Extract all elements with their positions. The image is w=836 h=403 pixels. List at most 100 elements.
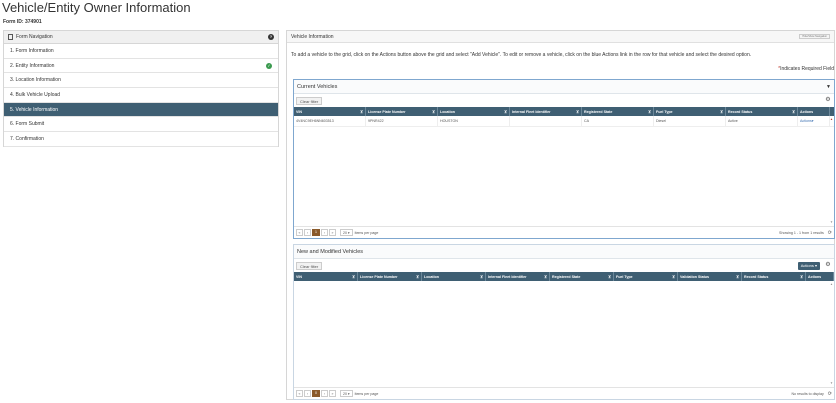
column-header-license-plate[interactable]: License Plate Number ⊻: [366, 107, 438, 116]
filter-icon[interactable]: ⊻: [480, 274, 483, 279]
cell-fleet-id: [510, 116, 582, 126]
refresh-icon[interactable]: ⟳: [828, 391, 832, 397]
nav-item-form-information[interactable]: 1. Form Information: [4, 44, 278, 59]
pager: « ‹ 0 › » 20 ▾ items per page No results…: [294, 387, 834, 399]
form-id: Form ID: 374901: [3, 19, 42, 25]
chevron-down-icon[interactable]: ▼: [826, 84, 831, 90]
nav-item-form-submit[interactable]: 6. Form Submit: [4, 117, 278, 133]
nav-item-entity-information[interactable]: 2. Entity Information ✓: [4, 59, 278, 74]
grid-toolbar: Clear filter ⚙: [294, 94, 834, 107]
page-size-select[interactable]: 20 ▾: [340, 229, 353, 236]
filter-icon[interactable]: ⊻: [544, 274, 547, 279]
nav-item-bulk-vehicle-upload[interactable]: 4. Bulk Vehicle Upload: [4, 88, 278, 103]
cell-location: HOUSTON: [438, 116, 510, 126]
page-size-select[interactable]: 20 ▾: [340, 390, 353, 397]
pager-info: No results to display: [791, 391, 824, 396]
scrollbar[interactable]: ▲ ▼: [829, 116, 834, 225]
table-row: 4V4NC9EH6NN603513 9PNR422 HOUSTON CA Die…: [294, 116, 834, 127]
filter-icon[interactable]: ⊻: [792, 109, 795, 114]
instructions-text: To add a vehicle to the grid, click on t…: [291, 52, 752, 58]
filter-icon[interactable]: ⊻: [648, 109, 651, 114]
filter-icon[interactable]: ⊻: [608, 274, 611, 279]
toggle-navigation-button[interactable]: Hide/Show Navigation: [799, 34, 830, 39]
previous-page-button[interactable]: ‹: [304, 229, 311, 236]
last-page-button[interactable]: »: [329, 390, 336, 397]
previous-page-button[interactable]: ‹: [304, 390, 311, 397]
form-navigation-title: Form Navigation: [16, 34, 53, 40]
column-header-fleet-id[interactable]: Internal Fleet Identifier ⊻: [486, 272, 550, 281]
column-header-location[interactable]: Location ⊻: [438, 107, 510, 116]
filter-icon[interactable]: ⊻: [800, 274, 803, 279]
gear-icon[interactable]: ⚙: [825, 97, 831, 103]
first-page-button[interactable]: «: [296, 229, 303, 236]
nav-item-label: 5. Vehicle Information: [10, 106, 59, 113]
check-circle-icon: ✓: [266, 62, 272, 69]
current-page-button[interactable]: 1: [312, 229, 320, 236]
required-field-note: *Indicates Required Field: [778, 66, 834, 72]
help-icon[interactable]: ?: [268, 34, 274, 40]
vehicle-information-panel: Vehicle Information Hide/Show Navigation…: [286, 30, 835, 400]
grid-toolbar: Clear filter Actions ▾ ⚙: [294, 259, 834, 272]
column-header-license-plate[interactable]: License Plate Number ⊻: [358, 272, 422, 281]
column-header-location[interactable]: Location ⊻: [422, 272, 486, 281]
filter-icon[interactable]: ⊻: [432, 109, 435, 114]
scrollbar[interactable]: ▲ ▼: [829, 281, 834, 386]
chevron-down-icon: ▾: [811, 119, 814, 123]
document-icon: [8, 34, 13, 40]
row-actions-link[interactable]: Actions ▾: [798, 116, 830, 126]
refresh-icon[interactable]: ⟳: [828, 230, 832, 236]
next-page-button[interactable]: ›: [321, 390, 328, 397]
filter-icon[interactable]: ⊻: [360, 109, 363, 114]
gear-icon[interactable]: ⚙: [825, 262, 831, 268]
scroll-down-arrow-icon[interactable]: ▼: [830, 381, 833, 385]
filter-icon[interactable]: ⊻: [416, 274, 419, 279]
nav-item-confirmation[interactable]: 7. Confirmation: [4, 132, 278, 147]
column-header-fuel-type[interactable]: Fuel Type ⊻: [654, 107, 726, 116]
column-header-validation-status[interactable]: Validation Status ⊻: [678, 272, 742, 281]
grid-header-row: VIN ⊻ License Plate Number ⊻ Location ⊻ Int…: [294, 272, 834, 281]
last-page-button[interactable]: »: [329, 229, 336, 236]
items-per-page-label: items per page: [354, 230, 379, 235]
column-header-vin[interactable]: VIN ⊻: [294, 107, 366, 116]
nav-item-label: 6. Form Submit: [10, 121, 45, 128]
actions-button[interactable]: Actions ▾: [797, 262, 820, 270]
column-header-fleet-id[interactable]: Internal Fleet Identifier ⊻: [510, 107, 582, 116]
cell-registered-state: CA: [582, 116, 654, 126]
current-vehicles-header[interactable]: Current Vehicles ▼: [294, 80, 834, 94]
filter-icon[interactable]: ⊻: [672, 274, 675, 279]
cell-license-plate: 9PNR422: [366, 116, 438, 126]
grid-header-row: VIN ⊻ License Plate Number ⊻ Location ⊻ Int…: [294, 107, 834, 116]
filter-icon[interactable]: ⊻: [720, 109, 723, 114]
first-page-button[interactable]: «: [296, 390, 303, 397]
filter-icon[interactable]: ⊻: [736, 274, 739, 279]
next-page-button[interactable]: ›: [321, 229, 328, 236]
scroll-up-arrow-icon[interactable]: ▲: [830, 117, 833, 121]
cell-fuel-type: Diesel: [654, 116, 726, 126]
filter-icon[interactable]: ⊻: [504, 109, 507, 114]
filter-icon[interactable]: ⊻: [352, 274, 355, 279]
nav-item-label: 3. Location Information: [10, 77, 61, 84]
required-note-label: Indicates Required Field: [780, 66, 834, 72]
clear-filter-button[interactable]: Clear filter: [296, 262, 323, 270]
clear-filter-button[interactable]: Clear filter: [296, 97, 323, 105]
form-navigation-panel: Form Navigation ? 1. Form Information 2.…: [3, 30, 279, 147]
nav-item-label: 7. Confirmation: [10, 135, 44, 142]
nav-item-vehicle-information[interactable]: 5. Vehicle Information: [4, 102, 278, 118]
column-header-vin[interactable]: VIN ⊻: [294, 272, 358, 281]
items-per-page-label: items per page: [354, 391, 379, 396]
nav-item-label: 1. Form Information: [10, 47, 54, 54]
current-page-button[interactable]: 0: [312, 390, 320, 397]
vehicle-information-header: Vehicle Information Hide/Show Navigation: [287, 31, 834, 43]
filter-icon[interactable]: ⊻: [576, 109, 579, 114]
nav-item-label: 4. Bulk Vehicle Upload: [10, 91, 61, 98]
grid-body: 4V4NC9EH6NN603513 9PNR422 HOUSTON CA Die…: [294, 116, 834, 127]
scroll-up-arrow-icon[interactable]: ▲: [830, 282, 833, 286]
column-header-registered-state[interactable]: Registered State ⊻: [550, 272, 614, 281]
cell-record-status: Active: [726, 116, 798, 126]
column-header-record-status[interactable]: Record Status ⊻: [742, 272, 806, 281]
scroll-down-arrow-icon[interactable]: ▼: [830, 220, 833, 224]
column-header-fuel-type[interactable]: Fuel Type ⊻: [614, 272, 678, 281]
column-header-registered-state[interactable]: Registered State ⊻: [582, 107, 654, 116]
nav-item-location-information[interactable]: 3. Location Information: [4, 73, 278, 89]
column-header-record-status[interactable]: Record Status ⊻: [726, 107, 798, 116]
